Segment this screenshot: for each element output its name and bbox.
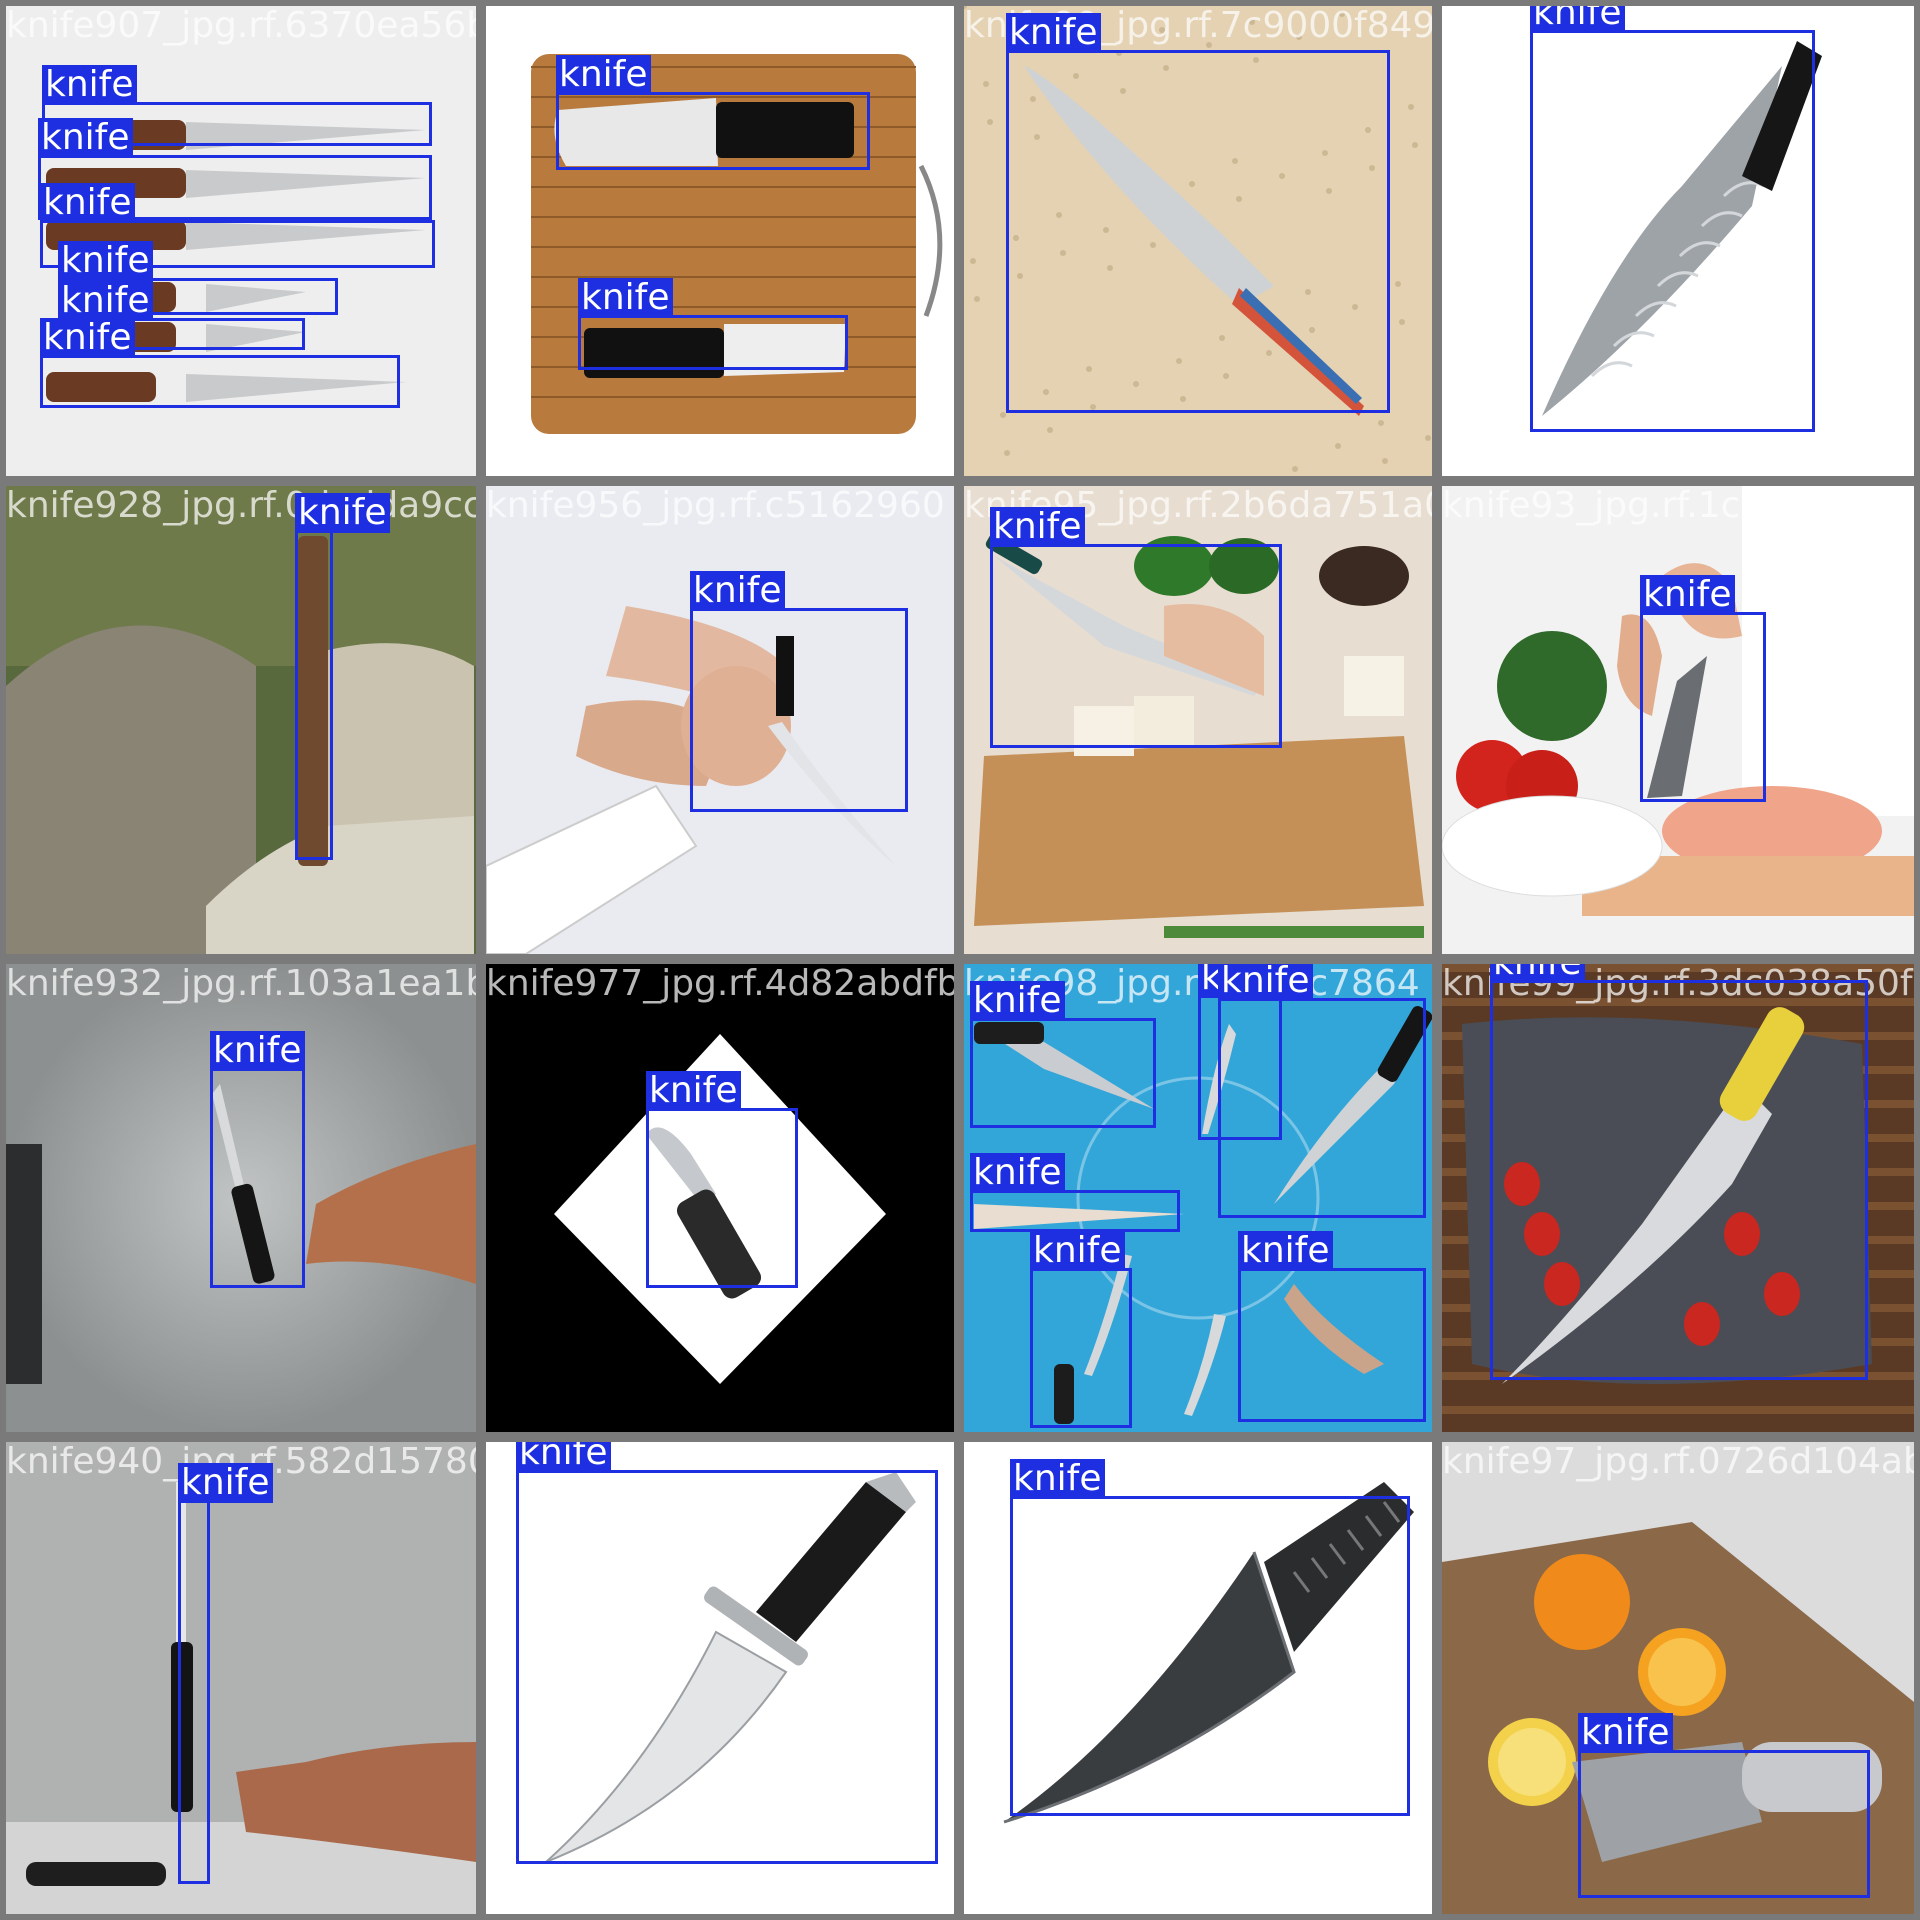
detection-box: knife <box>1238 1231 1426 1422</box>
detection-label: knife <box>1006 13 1101 53</box>
image-tile: knife90_jpg.rf.7c9000f849e8966124feknife <box>964 6 1432 476</box>
image-tile: knife98_jpg.rf.1c58c7864 knife knife knife k… <box>964 964 1432 1432</box>
detection-label: knife <box>58 281 153 321</box>
detection-box: knife <box>690 571 908 812</box>
detection-label: knife <box>38 118 133 158</box>
detection-label: knife <box>42 65 137 105</box>
detection-label: knife <box>58 241 153 281</box>
image-tile: knife91_jpg.rf.17cf69843421307377b7knife <box>1442 6 1914 476</box>
detection-label: knife <box>1010 1459 1105 1499</box>
image-tile: knife956_jpg.rf.c5162960 knife <box>486 486 954 954</box>
detection-box: knife <box>646 1071 798 1288</box>
detection-label: knife <box>1530 6 1625 33</box>
detection-label: knife <box>295 493 390 533</box>
detection-box: knife <box>1530 6 1815 432</box>
scene-photo <box>6 486 476 954</box>
detection-box: knife <box>516 1442 938 1864</box>
detection-label: knife <box>40 318 135 358</box>
image-tile: knife97_jpg.rf.0726d104ab459knife <box>1442 1442 1914 1914</box>
detection-label: knife <box>970 981 1065 1021</box>
detection-label: knife <box>1490 964 1585 983</box>
detection-box: knife <box>40 318 400 408</box>
detection-box: knife <box>1030 1231 1132 1428</box>
detection-label: knife <box>690 571 785 611</box>
detection-label: knife <box>646 1071 741 1111</box>
detection-box: knife <box>990 507 1282 748</box>
detection-box: knife <box>295 493 390 860</box>
image-tile: knife92_jpg.rf.fbf22c37676c1f61d8c98e7b3… <box>486 6 954 476</box>
detection-label: knife <box>970 1153 1065 1193</box>
detection-label: knife <box>210 1031 305 1071</box>
image-tile: knife940_jpg.rf.582d15780ddknife <box>6 1442 476 1914</box>
scene-photo <box>6 1442 476 1914</box>
image-tile: knife907_jpg.rf.6370ea56b9dc5fe942c076bf… <box>6 6 476 476</box>
image-tile: knife95_jpg.rf.2b6da751a082knife <box>964 486 1432 954</box>
detection-label: knife <box>578 278 673 318</box>
detection-label: knife <box>178 1463 273 1503</box>
detection-label: knife <box>516 1442 611 1473</box>
detection-box: knife <box>556 55 870 170</box>
image-tile: knife977_jpg.rf.4d82abdfb8f4knife <box>486 964 954 1432</box>
image-tile: knife94_jpg.rf.41c469aed75e3knife <box>486 1442 954 1914</box>
detection-label: knife <box>1238 1231 1333 1271</box>
detection-box: knife <box>970 1153 1180 1232</box>
detection-box: knife <box>1010 1459 1410 1816</box>
detection-label: knife <box>556 55 651 95</box>
detection-box: knife <box>210 1031 305 1288</box>
detection-box: knife <box>178 1463 273 1884</box>
detection-label: knife <box>1030 1231 1125 1271</box>
detection-box: knife <box>1640 575 1766 802</box>
prediction-mosaic: knife907_jpg.rf.6370ea56b9dc5fe942c076bf… <box>0 0 1920 1920</box>
detection-label: knife <box>1218 964 1313 1001</box>
image-tile: knife93_jpg.rf.1c57fbbfba2543d6knife <box>1442 486 1914 954</box>
detection-label: knife <box>990 507 1085 547</box>
image-tile: knife928_jpg.rf.0dadda9cc7ea9feknife <box>6 486 476 954</box>
image-tile: knife96_jpg.rf.1289bf1785bec9644knife <box>964 1442 1432 1914</box>
detection-box: knife <box>1578 1713 1870 1898</box>
detection-label: knife <box>40 183 135 223</box>
detection-box: knife <box>1490 964 1868 1380</box>
detection-label: knife <box>1640 575 1735 615</box>
detection-label: knife <box>1578 1713 1673 1753</box>
detection-box: knife <box>1218 964 1426 1218</box>
detection-box: knife <box>1006 13 1390 413</box>
image-tile: knife932_jpg.rf.103a1ea1b4 knife <box>6 964 476 1432</box>
image-tile: knife99_jpg.rf.3dc038a50fknife <box>1442 964 1914 1432</box>
detection-box: knife <box>578 278 848 370</box>
detection-box: knife <box>970 981 1156 1128</box>
